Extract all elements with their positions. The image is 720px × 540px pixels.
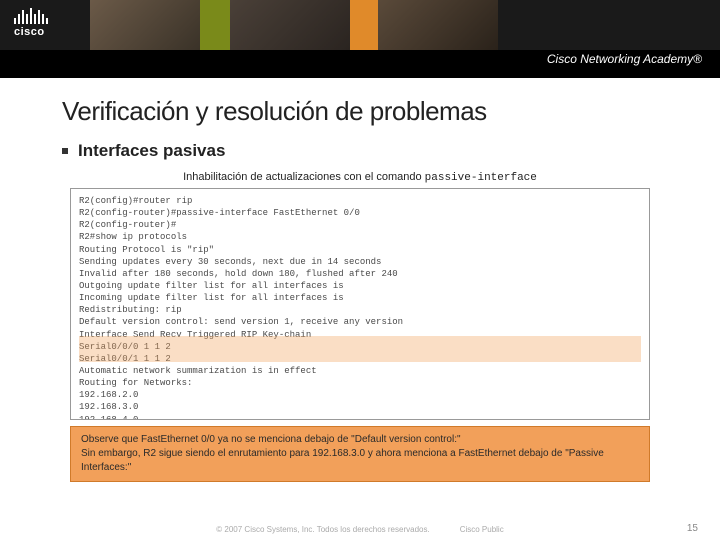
term-line: Incoming update filter list for all inte… bbox=[79, 292, 641, 304]
academy-label: Cisco Networking Academy® bbox=[547, 52, 702, 66]
term-line: Serial0/0/0 1 1 2 bbox=[79, 341, 641, 353]
callout-box: Observe que FastEthernet 0/0 ya no se me… bbox=[70, 426, 650, 482]
term-line: Sending updates every 30 seconds, next d… bbox=[79, 256, 641, 268]
slide-footer: © 2007 Cisco Systems, Inc. Todos los der… bbox=[0, 525, 720, 534]
terminal-output: R2(config)#router rip R2(config-router)#… bbox=[70, 188, 650, 420]
header-image-band bbox=[0, 0, 720, 50]
slide-content: Verificación y resolución de problemas I… bbox=[0, 78, 720, 482]
bullet-item: Interfaces pasivas bbox=[62, 141, 658, 161]
term-line: Redistributing: rip bbox=[79, 304, 641, 316]
bullet-icon bbox=[62, 148, 68, 154]
term-line: R2(config-router)#passive-interface Fast… bbox=[79, 207, 641, 219]
term-line: R2(config-router)# bbox=[79, 219, 641, 231]
term-line: R2(config)#router rip bbox=[79, 195, 641, 207]
term-line: Outgoing update filter list for all inte… bbox=[79, 280, 641, 292]
page-number: 15 bbox=[687, 523, 698, 534]
term-line: 192.168.4.0 bbox=[79, 414, 641, 420]
cisco-logo: cisco bbox=[14, 6, 48, 38]
term-line: Interface Send Recv Triggered RIP Key-ch… bbox=[79, 329, 641, 341]
term-line: Automatic network summarization is in ef… bbox=[79, 365, 641, 377]
callout-line: Sin embargo, R2 sigue siendo el enrutami… bbox=[81, 447, 639, 475]
term-line: 192.168.3.0 bbox=[79, 401, 641, 413]
footer-tag: Cisco Public bbox=[460, 525, 504, 534]
callout-line: Observe que FastEthernet 0/0 ya no se me… bbox=[81, 433, 639, 447]
term-line: R2#show ip protocols bbox=[79, 231, 641, 243]
term-line: Default version control: send version 1,… bbox=[79, 316, 641, 328]
term-line: Routing Protocol is "rip" bbox=[79, 244, 641, 256]
cisco-wordmark: cisco bbox=[14, 26, 48, 38]
caption-prefix: Inhabilitación de actualizaciones con el… bbox=[183, 171, 425, 183]
term-line: Serial0/0/1 1 1 2 bbox=[79, 353, 641, 365]
figure-caption: Inhabilitación de actualizaciones con el… bbox=[62, 171, 658, 184]
caption-command: passive-interface bbox=[425, 172, 537, 184]
copyright-text: © 2007 Cisco Systems, Inc. Todos los der… bbox=[216, 525, 429, 534]
cisco-bars-icon bbox=[14, 6, 48, 24]
bullet-text: Interfaces pasivas bbox=[78, 141, 225, 161]
slide-title: Verificación y resolución de problemas bbox=[62, 96, 658, 127]
term-line: Invalid after 180 seconds, hold down 180… bbox=[79, 268, 641, 280]
term-line: 192.168.2.0 bbox=[79, 389, 641, 401]
term-line: Routing for Networks: bbox=[79, 377, 641, 389]
slide-header: cisco Cisco Networking Academy® bbox=[0, 0, 720, 78]
